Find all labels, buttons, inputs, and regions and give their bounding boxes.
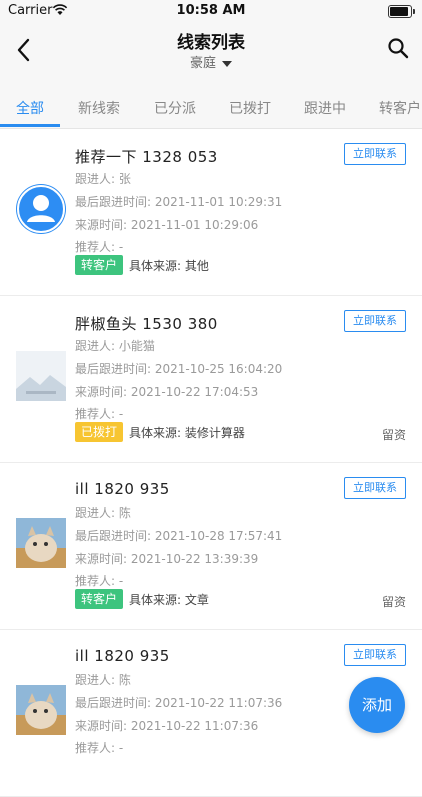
search-icon[interactable] bbox=[386, 36, 410, 60]
avatar bbox=[16, 351, 66, 401]
battery-icon bbox=[388, 5, 415, 18]
store-selector-label: 豪庭 bbox=[189, 56, 216, 71]
follower-text: 跟进人: 张 bbox=[75, 172, 131, 186]
avatar bbox=[16, 685, 66, 735]
source-time: 来源时间: 2021-11-01 10:29:06 bbox=[75, 218, 259, 232]
referrer-text: 推荐人: - bbox=[75, 574, 124, 588]
tab-new-leads[interactable]: 新线索 bbox=[78, 98, 120, 118]
follower-text: 跟进人: 陈 bbox=[75, 673, 131, 687]
avatar bbox=[16, 184, 66, 234]
list-item[interactable]: 胖椒鱼头 1530 380 立即联系 跟进人: 小能猫 最后跟进时间: 2021… bbox=[0, 296, 422, 463]
contact-now-button[interactable]: 立即联系 bbox=[344, 143, 406, 165]
status-bar: Carrier 10:58 AM bbox=[0, 0, 422, 22]
last-follow-time: 最后跟进时间: 2021-10-22 11:07:36 bbox=[75, 696, 283, 710]
source-time: 来源时间: 2021-10-22 13:39:39 bbox=[75, 552, 259, 566]
caret-down-icon bbox=[222, 60, 232, 67]
lead-type-label: 留资 bbox=[381, 428, 406, 442]
lead-name: ill 1820 935 bbox=[75, 480, 170, 498]
list-item[interactable]: 推荐一下 1328 053 立即联系 跟进人: 张 最后跟进时间: 2021-1… bbox=[0, 129, 422, 296]
status-badge: 转客户 bbox=[75, 255, 124, 275]
cat-photo-icon bbox=[16, 518, 66, 568]
source-text: 具体来源: 其他 bbox=[129, 258, 209, 273]
tab-all[interactable]: 全部 bbox=[16, 98, 44, 118]
page-title: 线索列表 bbox=[177, 33, 245, 53]
referrer-text: 推荐人: - bbox=[75, 741, 124, 755]
tag-row: 转客户 具体来源: 其他 bbox=[75, 255, 209, 275]
user-icon bbox=[17, 185, 65, 233]
source-time: 来源时间: 2021-10-22 11:07:36 bbox=[75, 719, 259, 733]
status-badge: 转客户 bbox=[75, 589, 124, 609]
source-text: 具体来源: 装修计算器 bbox=[129, 425, 245, 440]
source-text: 具体来源: 文章 bbox=[129, 592, 209, 607]
lead-name: ill 1820 935 bbox=[75, 647, 170, 665]
last-follow-time: 最后跟进时间: 2021-10-28 17:57:41 bbox=[75, 529, 283, 543]
avatar bbox=[16, 518, 66, 568]
active-tab-indicator bbox=[0, 124, 60, 127]
source-time: 来源时间: 2021-10-22 17:04:53 bbox=[75, 385, 259, 399]
tab-assigned[interactable]: 已分派 bbox=[154, 98, 196, 118]
store-selector[interactable]: 豪庭 bbox=[0, 52, 422, 71]
last-follow-time: 最后跟进时间: 2021-10-25 16:04:20 bbox=[75, 362, 283, 376]
navigation-bar: 线索列表 豪庭 bbox=[0, 22, 422, 86]
lead-name: 推荐一下 1328 053 bbox=[75, 148, 218, 166]
follower-text: 跟进人: 陈 bbox=[75, 506, 131, 520]
lead-name: 胖椒鱼头 1530 380 bbox=[75, 315, 218, 333]
follower-text: 跟进人: 小能猫 bbox=[75, 339, 155, 353]
contact-now-button[interactable]: 立即联系 bbox=[344, 477, 406, 499]
tag-row: 转客户 具体来源: 文章 bbox=[75, 589, 209, 609]
status-badge: 已拨打 bbox=[75, 422, 124, 442]
tag-row: 已拨打 具体来源: 装修计算器 bbox=[75, 422, 245, 442]
contact-now-button[interactable]: 立即联系 bbox=[344, 644, 406, 666]
tab-converted[interactable]: 转客户 bbox=[379, 98, 421, 118]
add-lead-button[interactable]: 添加 bbox=[349, 677, 405, 733]
tab-following[interactable]: 跟进中 bbox=[304, 98, 346, 118]
referrer-text: 推荐人: - bbox=[75, 407, 124, 421]
contact-now-button[interactable]: 立即联系 bbox=[344, 310, 406, 332]
placeholder-image-icon bbox=[16, 351, 66, 401]
cat-photo-icon bbox=[16, 685, 66, 735]
status-tabs: 全部 新线索 已分派 已拨打 跟进中 转客户 bbox=[0, 86, 422, 129]
referrer-text: 推荐人: - bbox=[75, 240, 124, 254]
lead-type-label: 留资 bbox=[381, 595, 406, 609]
clock: 10:58 AM bbox=[176, 3, 246, 18]
last-follow-time: 最后跟进时间: 2021-11-01 10:29:31 bbox=[75, 195, 283, 209]
tab-called[interactable]: 已拨打 bbox=[229, 98, 271, 118]
list-item[interactable]: ill 1820 935 立即联系 跟进人: 陈 最后跟进时间: 2021-10… bbox=[0, 463, 422, 630]
